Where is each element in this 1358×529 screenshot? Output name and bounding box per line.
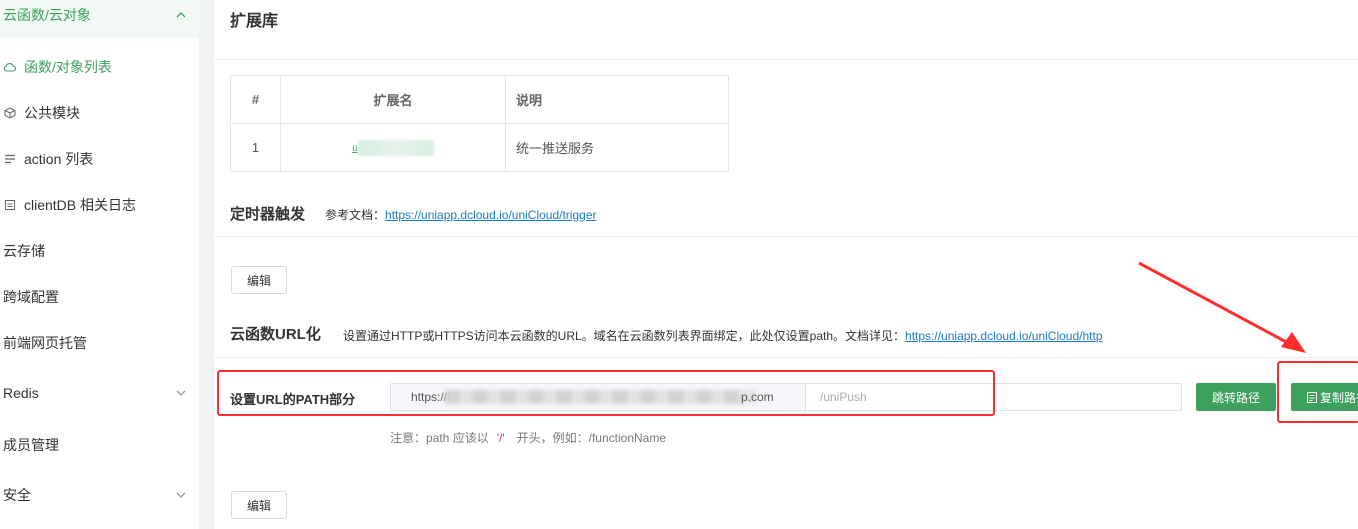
arrow-head	[1281, 332, 1306, 353]
arrow-shaft	[1138, 261, 1291, 346]
annotation-arrow	[1138, 261, 1306, 353]
